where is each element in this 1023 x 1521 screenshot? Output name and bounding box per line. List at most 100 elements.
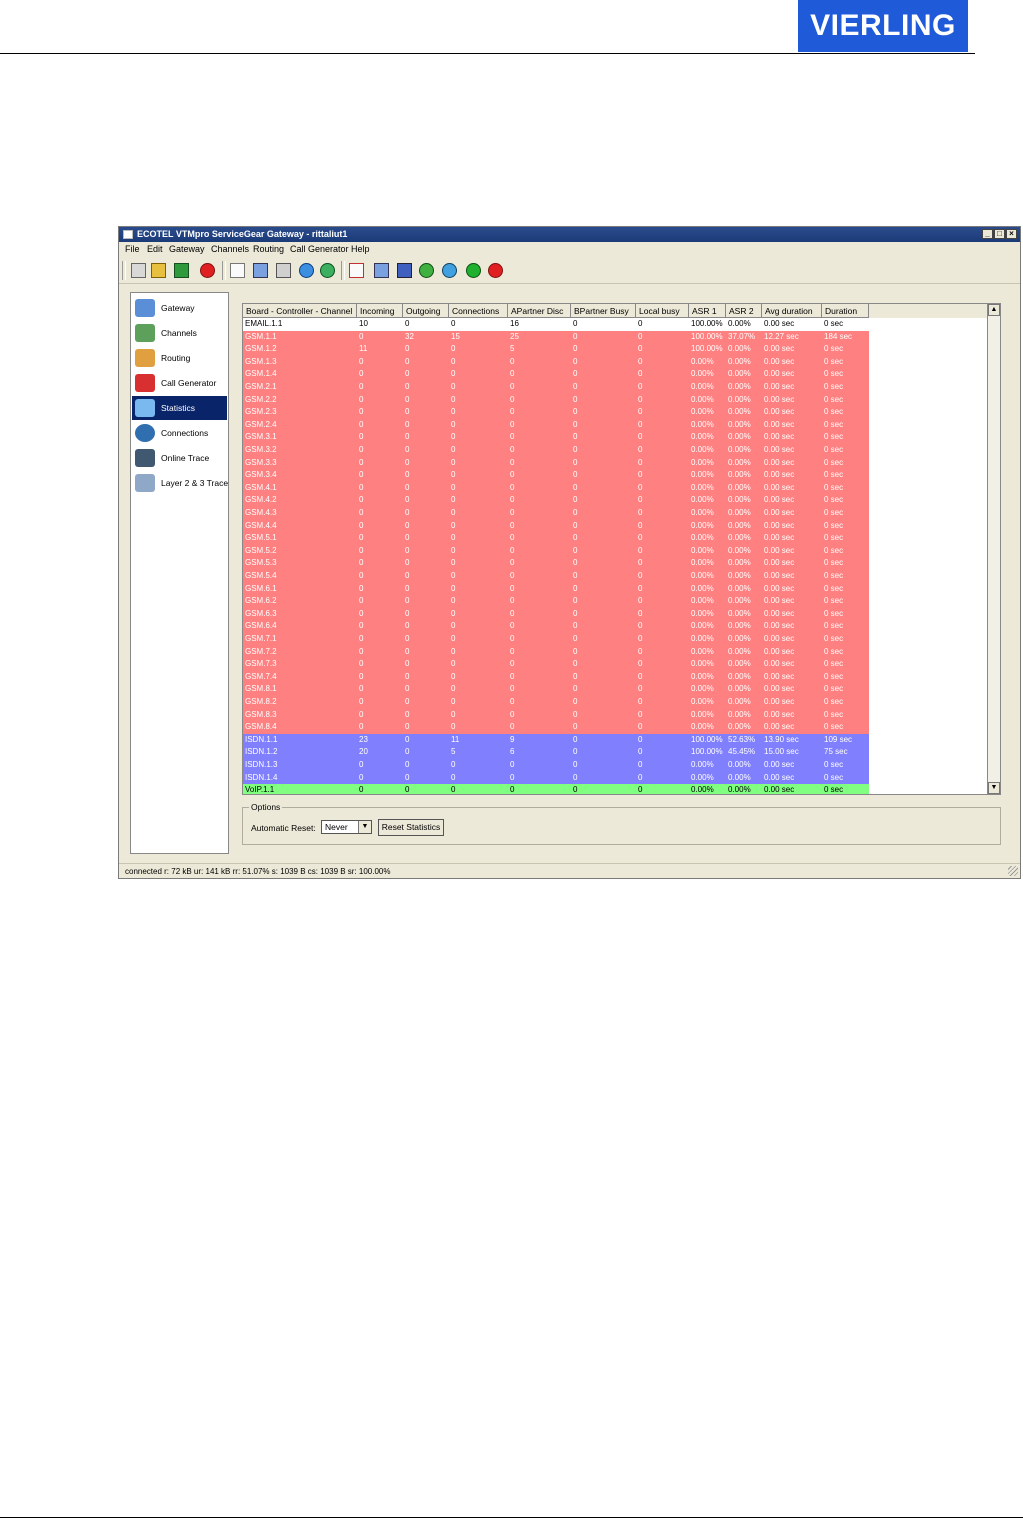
save-config-icon[interactable] — [397, 263, 412, 278]
column-header[interactable]: APartner Disc — [508, 304, 571, 318]
table-row[interactable]: GSM.5.3 0 0 0 0 0 0 0.00% 0.00% 0.00 sec 0 sec — [243, 557, 869, 570]
table-row[interactable]: ISDN.1.3 0 0 0 0 0 0 0.00% 0.00% 0.00 sec 0 sec — [243, 759, 869, 772]
table-row[interactable]: GSM.4.4 0 0 0 0 0 0 0.00% 0.00% 0.00 sec 0 sec — [243, 519, 869, 533]
stop-icon[interactable] — [200, 263, 215, 278]
table-row[interactable]: GSM.2.3 0 0 0 0 0 0 0.00% 0.00% 0.00 sec 0 sec — [243, 406, 869, 419]
table-row[interactable]: VoIP.1.1 0 0 0 0 0 0 0.00% 0.00% 0.00 sec 0 sec — [243, 784, 869, 794]
save-icon[interactable] — [276, 263, 291, 278]
column-header[interactable]: Board - Controller - Channel — [243, 304, 357, 318]
open-config-icon[interactable] — [374, 263, 389, 278]
table-cell: 0 — [638, 734, 643, 744]
table-row[interactable]: GSM.8.3 0 0 0 0 0 0 0.00% 0.00% 0.00 sec 0 sec — [243, 708, 869, 722]
column-header[interactable]: ASR 1 — [689, 304, 726, 318]
nav-item-routing[interactable]: Routing — [132, 346, 227, 370]
table-row[interactable]: GSM.8.2 0 0 0 0 0 0 0.00% 0.00% 0.00 sec 0 sec — [243, 696, 869, 709]
send-config-icon[interactable] — [419, 263, 434, 278]
column-header[interactable]: Duration — [822, 304, 869, 318]
menu-bar: File Edit Gateway Channels Routing Call … — [119, 243, 1020, 256]
table-row[interactable]: GSM.2.2 0 0 0 0 0 0 0.00% 0.00% 0.00 sec 0 sec — [243, 393, 869, 407]
table-row[interactable]: GSM.4.1 0 0 0 0 0 0 0.00% 0.00% 0.00 sec 0 sec — [243, 481, 869, 495]
table-row[interactable]: GSM.3.2 0 0 0 0 0 0 0.00% 0.00% 0.00 sec 0 sec — [243, 444, 869, 457]
menu-channels[interactable]: Channels — [211, 243, 249, 256]
column-header[interactable]: BPartner Busy — [571, 304, 636, 318]
scroll-up-icon[interactable]: ▲ — [988, 304, 1000, 316]
gateway-icon[interactable] — [174, 263, 189, 278]
column-header[interactable]: Local busy — [636, 304, 689, 318]
table-row[interactable]: GSM.6.4 0 0 0 0 0 0 0.00% 0.00% 0.00 sec 0 sec — [243, 620, 869, 633]
table-row[interactable]: GSM.1.2 11 0 0 5 0 0 100.00% 0.00% 0.00 sec 0 sec — [243, 343, 869, 356]
table-cell: 0 — [638, 508, 643, 517]
column-header[interactable]: Outgoing — [403, 304, 449, 318]
vertical-scrollbar[interactable]: ▲ ▼ — [987, 303, 1001, 795]
table-row[interactable]: GSM.5.1 0 0 0 0 0 0 0.00% 0.00% 0.00 sec 0 sec — [243, 532, 869, 545]
table-row[interactable]: GSM.4.2 0 0 0 0 0 0 0.00% 0.00% 0.00 sec 0 sec — [243, 494, 869, 507]
nav-item-connections[interactable]: Connections — [132, 421, 227, 445]
nav-item-call-generator[interactable]: Call Generator — [132, 371, 227, 395]
table-cell: ISDN.1.1 — [245, 734, 278, 744]
table-row[interactable]: ISDN.1.2 20 0 5 6 0 0 100.00% 45.45% 15.00 sec 75 … — [243, 746, 869, 759]
nav-item-statistics[interactable]: Statistics — [132, 396, 227, 420]
upload-icon[interactable] — [299, 263, 314, 278]
column-header[interactable]: Connections — [449, 304, 508, 318]
automatic-reset-select[interactable]: Never ▼ — [321, 820, 372, 834]
table-row[interactable]: GSM.3.4 0 0 0 0 0 0 0.00% 0.00% 0.00 sec 0 sec — [243, 469, 869, 482]
table-row[interactable]: GSM.2.1 0 0 0 0 0 0 0.00% 0.00% 0.00 sec 0 sec — [243, 381, 869, 394]
disconnect-icon[interactable] — [151, 263, 166, 278]
table-row[interactable]: EMAIL.1.1 10 0 0 16 0 0 100.00% 0.00% 0.00 sec 0 s… — [243, 318, 869, 331]
table-row[interactable]: GSM.6.2 0 0 0 0 0 0 0.00% 0.00% 0.00 sec 0 sec — [243, 595, 869, 608]
reset-statistics-button[interactable]: Reset Statistics — [378, 819, 444, 836]
table-row[interactable]: GSM.7.1 0 0 0 0 0 0 0.00% 0.00% 0.00 sec 0 sec — [243, 633, 869, 646]
table-row[interactable]: GSM.5.4 0 0 0 0 0 0 0.00% 0.00% 0.00 sec 0 sec — [243, 570, 869, 583]
maximize-button[interactable]: □ — [994, 229, 1005, 239]
table-row[interactable]: GSM.7.2 0 0 0 0 0 0 0.00% 0.00% 0.00 sec 0 sec — [243, 645, 869, 659]
table-row[interactable]: ISDN.1.1 23 0 11 9 0 0 100.00% 52.63% 13.90 sec 10… — [243, 733, 869, 747]
table-row[interactable]: GSM.4.3 0 0 0 0 0 0 0.00% 0.00% 0.00 sec 0 sec — [243, 507, 869, 520]
table-row[interactable]: GSM.1.4 0 0 0 0 0 0 0.00% 0.00% 0.00 sec 0 sec — [243, 368, 869, 381]
close-button[interactable]: × — [1006, 229, 1017, 239]
nav-item-layer-trace[interactable]: Layer 2 & 3 Trace — [132, 471, 228, 495]
nav-item-online-trace[interactable]: Online Trace — [132, 446, 227, 470]
nav-item-gateway[interactable]: Gateway — [132, 296, 227, 320]
table-row[interactable]: GSM.5.2 0 0 0 0 0 0 0.00% 0.00% 0.00 sec 0 sec — [243, 544, 869, 558]
menu-gateway[interactable]: Gateway — [169, 243, 205, 256]
table-cell: 0 — [573, 419, 578, 429]
table-cell: 0 — [638, 722, 643, 732]
scroll-down-icon[interactable]: ▼ — [988, 782, 1000, 794]
column-header[interactable]: Avg duration — [762, 304, 822, 318]
table-row[interactable]: GSM.2.4 0 0 0 0 0 0 0.00% 0.00% 0.00 sec 0 sec — [243, 418, 869, 432]
table-cell: 0.00% — [728, 508, 751, 517]
cancel-icon[interactable] — [488, 263, 503, 278]
connect-icon[interactable] — [131, 263, 146, 278]
column-header[interactable]: ASR 2 — [726, 304, 762, 318]
open-icon[interactable] — [253, 263, 268, 278]
new-icon[interactable] — [230, 263, 245, 278]
table-cell: 0.00% — [691, 709, 714, 719]
menu-routing[interactable]: Routing — [253, 243, 284, 256]
menu-call-generator[interactable]: Call Generator — [290, 243, 349, 256]
menu-file[interactable]: File — [125, 243, 140, 256]
table-row[interactable]: GSM.1.3 0 0 0 0 0 0 0.00% 0.00% 0.00 sec 0 sec — [243, 355, 869, 369]
table-row[interactable]: GSM.3.3 0 0 0 0 0 0 0.00% 0.00% 0.00 sec 0 sec — [243, 456, 869, 470]
table-row[interactable]: GSM.7.4 0 0 0 0 0 0 0.00% 0.00% 0.00 sec 0 sec — [243, 670, 869, 684]
table-row[interactable]: GSM.6.1 0 0 0 0 0 0 0.00% 0.00% 0.00 sec 0 sec — [243, 582, 869, 596]
download-icon[interactable] — [320, 263, 335, 278]
table-row[interactable]: GSM.1.1 0 32 15 25 0 0 100.00% 37.07% 12.27 sec 18… — [243, 330, 869, 344]
table-row[interactable]: GSM.7.3 0 0 0 0 0 0 0.00% 0.00% 0.00 sec 0 sec — [243, 658, 869, 671]
table-cell: 0 — [638, 495, 643, 505]
receive-config-icon[interactable] — [442, 263, 457, 278]
table-row[interactable]: GSM.6.3 0 0 0 0 0 0 0.00% 0.00% 0.00 sec 0 sec — [243, 607, 869, 621]
resize-grip[interactable] — [1008, 866, 1018, 876]
minimize-button[interactable]: _ — [982, 229, 993, 239]
menu-edit[interactable]: Edit — [147, 243, 163, 256]
column-header[interactable]: Incoming — [357, 304, 403, 318]
table-cell: 0.00% — [691, 369, 714, 379]
table-row[interactable]: GSM.3.1 0 0 0 0 0 0 0.00% 0.00% 0.00 sec 0 sec — [243, 431, 869, 444]
table-row[interactable]: ISDN.1.4 0 0 0 0 0 0 0.00% 0.00% 0.00 sec 0 sec — [243, 771, 869, 785]
table-row[interactable]: GSM.8.4 0 0 0 0 0 0 0.00% 0.00% 0.00 sec 0 sec — [243, 721, 869, 734]
menu-help[interactable]: Help — [351, 243, 370, 256]
table-row[interactable]: GSM.8.1 0 0 0 0 0 0 0.00% 0.00% 0.00 sec 0 sec — [243, 683, 869, 696]
chevron-down-icon[interactable]: ▼ — [358, 821, 371, 833]
nav-item-channels[interactable]: Channels — [132, 321, 227, 345]
new-config-icon[interactable] — [349, 263, 364, 278]
refresh-icon[interactable] — [466, 263, 481, 278]
